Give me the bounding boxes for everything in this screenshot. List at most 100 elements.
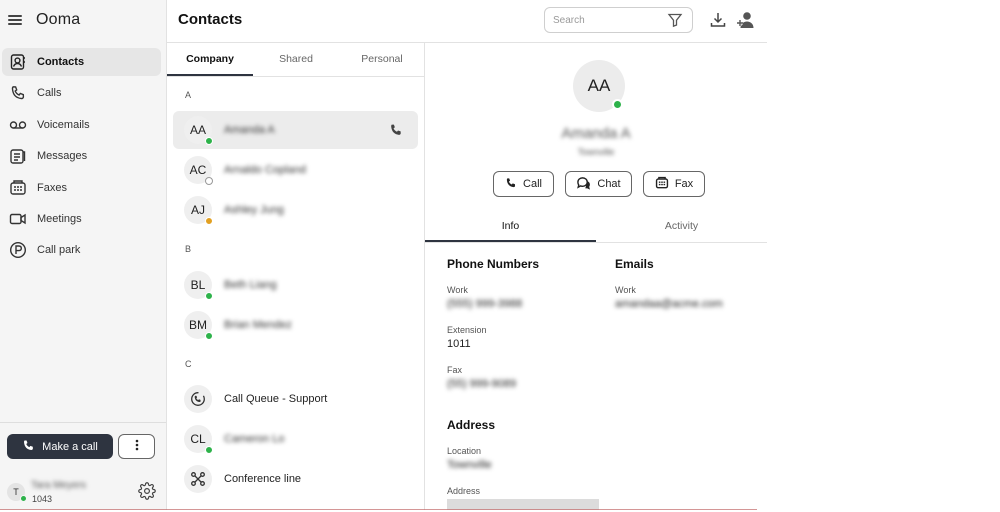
avatar-initials: AC: [189, 163, 207, 177]
gear-icon[interactable]: [138, 482, 156, 500]
voicemail-icon: [9, 116, 27, 134]
section-letter: B: [185, 244, 192, 254]
status-available-dot: [205, 292, 213, 300]
video-icon: [9, 210, 27, 228]
contact-name: Conference line: [224, 473, 302, 485]
list-item[interactable]: Call Queue - Support: [173, 380, 418, 418]
contact-name: Call Queue - Support: [224, 393, 328, 405]
add-contact-icon[interactable]: [736, 10, 756, 30]
avatar-initials: AA: [189, 123, 206, 137]
fax-value[interactable]: (55) 999-9089: [447, 378, 516, 390]
contact-name: Beth Liang: [224, 279, 277, 291]
make-a-call-label: Make a call: [42, 440, 98, 453]
tab-personal[interactable]: Personal: [339, 43, 425, 76]
messages-icon: [9, 147, 27, 165]
sidebar-item-faxes[interactable]: Faxes: [2, 174, 161, 202]
avatar: AA: [573, 60, 625, 112]
contact-location: Townville: [577, 147, 615, 157]
status-away-dot: [205, 217, 213, 225]
menu-icon[interactable]: [8, 15, 22, 25]
avatar-initials: CL: [190, 432, 206, 446]
tab-shared[interactable]: Shared: [253, 43, 339, 76]
phone-icon: [505, 177, 517, 192]
work-phone-value[interactable]: (555) 999-3988: [447, 298, 522, 310]
search-input[interactable]: [553, 13, 663, 27]
status-available-dot: [205, 446, 213, 454]
sidebar-item-contacts[interactable]: Contacts: [2, 48, 161, 76]
emails-heading: Emails: [615, 257, 654, 271]
ooma-logo: Ooma: [36, 11, 81, 28]
avatar: T: [7, 483, 27, 502]
list-item[interactable]: BL Beth Liang: [173, 266, 418, 304]
fax-icon: [9, 179, 27, 197]
location-label: Location: [447, 446, 482, 456]
brand-bar: Ooma: [8, 10, 80, 30]
call-queue-icon: [184, 385, 212, 413]
avatar: AJ: [184, 196, 213, 225]
contact-name: Amanda A: [224, 124, 275, 136]
user-name: Tara Meyers: [31, 480, 87, 491]
call-button[interactable]: Call: [493, 171, 554, 197]
parking-icon: [9, 241, 27, 259]
filter-icon[interactable]: [667, 12, 683, 28]
sidebar-item-label: Messages: [37, 150, 88, 163]
status-offline-dot: [205, 177, 213, 185]
list-item[interactable]: AA Amanda A: [173, 111, 418, 149]
contacts-icon: [9, 53, 27, 71]
avatar-initials: BM: [189, 318, 207, 332]
tab-company[interactable]: Company: [167, 43, 253, 76]
make-a-call-button[interactable]: Make a call: [7, 434, 113, 459]
avatar: AA: [184, 116, 213, 145]
contact-name: Brian Mendez: [224, 319, 292, 331]
conference-icon: [184, 465, 212, 493]
avatar: CL: [184, 425, 213, 454]
sidebar-item-voicemails[interactable]: Voicemails: [2, 111, 161, 139]
list-item[interactable]: AC Arnaldo Copland: [173, 151, 418, 189]
phone-icon: [22, 439, 35, 455]
status-available-dot: [612, 99, 623, 110]
more-options-button[interactable]: [118, 434, 155, 459]
sidebar-item-calls[interactable]: Calls: [2, 79, 161, 107]
list-item[interactable]: AJ Ashley Jung: [173, 191, 418, 229]
address-heading: Address: [447, 418, 496, 432]
status-available-dot: [205, 332, 213, 340]
sidebar-item-label: Meetings: [37, 212, 82, 225]
list-item[interactable]: BM Brian Mendez: [173, 306, 418, 344]
sidebar-item-call-park[interactable]: Call park: [2, 236, 161, 264]
sidebar-item-label: Call park: [37, 244, 81, 257]
fax-button-label: Fax: [674, 178, 694, 190]
sidebar-item-meetings[interactable]: Meetings: [2, 205, 161, 233]
contact-name: Arnaldo Copland: [224, 164, 306, 176]
detail-tabs: Info Activity: [425, 213, 767, 243]
chat-icon: [576, 176, 591, 193]
contact-detail-panel: AA Amanda A Townville Call Chat Fax Info…: [425, 43, 767, 510]
current-user[interactable]: T Tara Meyers 1043: [7, 478, 159, 506]
fax-button[interactable]: Fax: [643, 171, 705, 197]
list-item[interactable]: CL Cameron Lo: [173, 420, 418, 458]
tab-info[interactable]: Info: [425, 213, 596, 242]
download-icon[interactable]: [709, 11, 727, 29]
call-button-label: Call: [523, 178, 542, 190]
sidebar-nav: Contacts Calls Voicemails Messages Faxes: [2, 48, 161, 268]
section-letter: C: [185, 359, 192, 369]
contact-name: Ashley Jung: [224, 204, 284, 216]
section-letter: A: [185, 90, 192, 100]
location-value: Townville: [447, 459, 492, 471]
avatar-initials: AJ: [190, 203, 205, 217]
sidebar-item-messages[interactable]: Messages: [2, 142, 161, 170]
sidebar-divider: [0, 422, 166, 423]
tab-activity[interactable]: Activity: [596, 213, 767, 242]
sidebar-item-label: Voicemails: [37, 118, 90, 131]
avatar: BL: [184, 271, 213, 300]
work-phone-label: Work: [447, 285, 468, 295]
work-email-value[interactable]: amandaa@acme.com: [615, 298, 723, 310]
contact-tabs: Company Shared Personal: [167, 43, 425, 77]
list-item[interactable]: Conference line: [173, 460, 418, 498]
contact-name: Cameron Lo: [224, 433, 285, 445]
chat-button[interactable]: Chat: [565, 171, 632, 197]
fax-label: Fax: [447, 365, 463, 375]
call-contact-icon[interactable]: [389, 123, 403, 137]
search-box: [544, 7, 693, 33]
extension-label: Extension: [447, 325, 487, 335]
contact-name: Amanda A: [561, 125, 631, 142]
